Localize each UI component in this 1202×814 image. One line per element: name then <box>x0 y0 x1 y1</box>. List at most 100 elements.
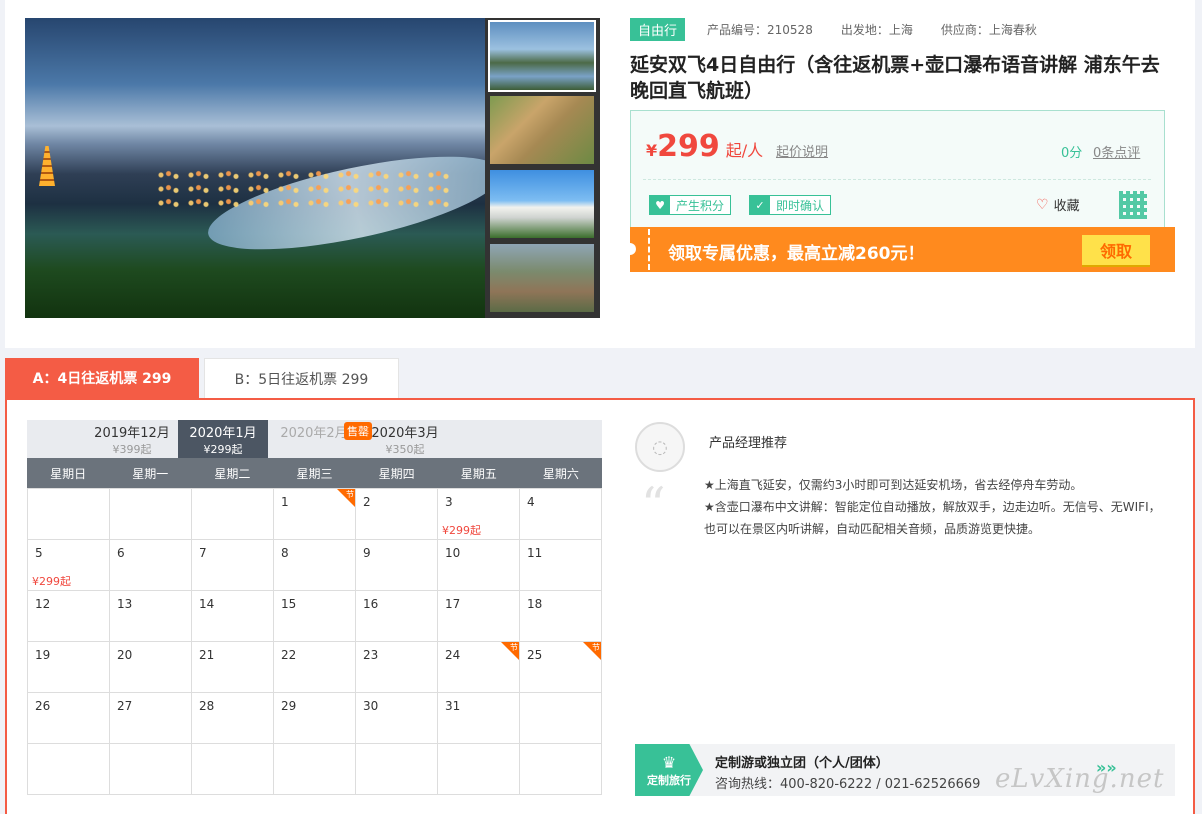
calendar-day[interactable]: 30 <box>356 693 438 744</box>
weekday-sun: 星期日 <box>50 466 87 481</box>
calendar-day <box>356 744 438 795</box>
calendar-grid: 1 节 2 3 ¥299起 4 5 ¥299起 6 7 8 9 10 11 12 13 14 15 16 17 18 19… <box>27 488 602 795</box>
qr-code-icon[interactable] <box>1119 191 1147 219</box>
day-number: 12 <box>35 597 51 611</box>
calendar-day[interactable]: 11 <box>520 540 602 591</box>
calendar-day[interactable]: 3 ¥299起 <box>438 489 520 540</box>
favorite-button[interactable]: ♡ 收藏 <box>1036 195 1080 215</box>
reviews-link[interactable]: 0条点评 <box>1093 142 1140 161</box>
month-2019-12[interactable]: 2019年12月 ¥399起 <box>87 420 177 458</box>
calendar-day[interactable]: 16 <box>356 591 438 642</box>
points-icon: ♥ <box>650 196 670 214</box>
calendar-day[interactable]: 4 <box>520 489 602 540</box>
day-number: 15 <box>281 597 297 611</box>
day-number: 22 <box>281 648 297 662</box>
calendar-day[interactable]: 21 <box>192 642 274 693</box>
calendar-day[interactable]: 10 <box>438 540 520 591</box>
thumbnail-1[interactable] <box>488 20 596 92</box>
day-number: 5 <box>35 546 43 560</box>
day-number: 30 <box>363 699 379 713</box>
holiday-mark-label: 节 <box>510 643 518 652</box>
calendar-day[interactable]: 22 <box>274 642 356 693</box>
tab-package-b[interactable]: B：5日往返机票 299 <box>204 358 399 398</box>
holiday-mark-label: 节 <box>592 643 600 652</box>
tab-package-a[interactable]: A：4日往返机票 299 <box>5 358 199 398</box>
calendar-day[interactable]: 23 <box>356 642 438 693</box>
day-number: 23 <box>363 648 379 662</box>
weekday-sat: 星期六 <box>542 466 579 481</box>
calendar-day[interactable]: 12 <box>28 591 110 642</box>
calendar-day[interactable]: 2 <box>356 489 438 540</box>
day-price: ¥299起 <box>32 575 71 588</box>
calendar-day[interactable]: 8 <box>274 540 356 591</box>
calendar-day[interactable]: 27 <box>110 693 192 744</box>
avatar: ◌ <box>635 422 685 472</box>
month-2020-03[interactable]: 2020年3月 ¥350起 <box>360 420 450 458</box>
calendar-day[interactable]: 19 <box>28 642 110 693</box>
thumbnail-2[interactable] <box>490 96 594 164</box>
package-panel: 2019年12月 ¥399起 2020年1月 ¥299起 2020年2月 售罄 … <box>5 398 1195 814</box>
manager-text: ★上海直飞延安，仅需约3小时即可到达延安机场，省去经停舟车劳动。 ★含壶口瀑布中… <box>704 474 1164 540</box>
day-number: 7 <box>199 546 207 560</box>
calendar-day[interactable]: 5 ¥299起 <box>28 540 110 591</box>
calendar-day[interactable]: 31 <box>438 693 520 744</box>
day-number: 9 <box>363 546 371 560</box>
weekday-header: 星期日 星期一 星期二 星期三 星期四 星期五 星期六 <box>27 458 602 488</box>
calendar-day[interactable]: 6 <box>110 540 192 591</box>
calendar-day[interactable]: 15 <box>274 591 356 642</box>
weekday-wed: 星期三 <box>296 466 333 481</box>
month-price: ¥350起 <box>385 443 425 456</box>
calendar-day[interactable]: 17 <box>438 591 520 642</box>
check-icon: ✓ <box>750 196 770 214</box>
month-2020-01[interactable]: 2020年1月 ¥299起 <box>178 420 268 458</box>
points-badge: ♥ 产生积分 <box>649 195 732 215</box>
calendar-day[interactable]: 9 <box>356 540 438 591</box>
photo-pagoda <box>39 146 55 186</box>
product-type-tag: 自由行 <box>630 17 686 41</box>
thumbnail-4[interactable] <box>490 244 594 312</box>
calendar-day[interactable]: 7 <box>192 540 274 591</box>
calendar-day[interactable]: 29 <box>274 693 356 744</box>
calendar-day[interactable]: 28 <box>192 693 274 744</box>
calendar-day[interactable]: 13 <box>110 591 192 642</box>
weekday-tue: 星期二 <box>214 466 251 481</box>
day-number: 25 <box>527 648 543 662</box>
price-calendar: 2019年12月 ¥399起 2020年1月 ¥299起 2020年2月 售罄 … <box>27 420 602 795</box>
calendar-day <box>28 744 110 795</box>
calendar-day[interactable]: 14 <box>192 591 274 642</box>
calendar-day[interactable]: 18 <box>520 591 602 642</box>
custom-tour-title: 定制游或独立团（个人/团体） <box>715 756 889 771</box>
calendar-day <box>192 489 274 540</box>
product-meta: 自由行 产品编号：210528 出发地：上海 供应商：上海春秋 <box>630 17 1175 41</box>
favorite-label: 收藏 <box>1053 199 1080 214</box>
watermark: eLvXing.net <box>995 764 1165 794</box>
calendar-day[interactable]: 24 节 <box>438 642 520 693</box>
day-number: 20 <box>117 648 133 662</box>
calendar-day <box>274 744 356 795</box>
day-number: 28 <box>199 699 215 713</box>
thumbnail-strip <box>485 18 600 318</box>
promo-banner: 领取专属优惠，最高立减260元！ 领取 <box>624 227 1175 272</box>
points-label: 产生积分 <box>676 198 725 213</box>
main-photo[interactable] <box>25 18 485 318</box>
price-note-link[interactable]: 起价说明 <box>776 141 828 160</box>
month-selector: 2019年12月 ¥399起 2020年1月 ¥299起 2020年2月 售罄 … <box>27 420 602 458</box>
promo-claim-button[interactable]: 领取 <box>1082 235 1150 265</box>
calendar-day[interactable]: 25 节 <box>520 642 602 693</box>
month-label: 2020年1月 <box>189 426 257 441</box>
calendar-day <box>192 744 274 795</box>
holiday-mark: 节 <box>501 642 519 660</box>
review-score: 0分 <box>1061 146 1083 161</box>
calendar-day[interactable]: 20 <box>110 642 192 693</box>
thumbnail-3[interactable] <box>490 170 594 238</box>
promo-text: 领取专属优惠，最高立减260元！ <box>668 244 925 264</box>
month-price: ¥399起 <box>112 443 152 456</box>
calendar-day[interactable]: 26 <box>28 693 110 744</box>
day-number: 10 <box>445 546 461 560</box>
day-price: ¥299起 <box>442 524 481 537</box>
day-number: 26 <box>35 699 51 713</box>
weekday-thu: 星期四 <box>378 466 415 481</box>
manager-title: 产品经理推荐 <box>709 436 788 451</box>
calendar-day[interactable]: 1节 <box>274 489 356 540</box>
calendar-day <box>438 744 520 795</box>
